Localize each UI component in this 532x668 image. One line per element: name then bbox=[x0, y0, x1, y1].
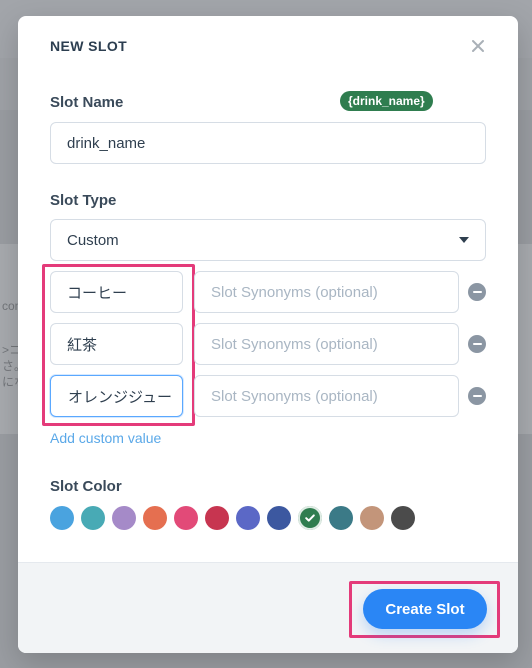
slot-synonyms-placeholder: Slot Synonyms (optional) bbox=[211, 387, 378, 405]
slot-name-input[interactable]: drink_name bbox=[50, 122, 486, 164]
remove-value-button[interactable] bbox=[468, 335, 486, 353]
slot-type-label: Slot Type bbox=[50, 192, 117, 209]
slot-name-pill: {drink_name} bbox=[340, 91, 433, 111]
slot-name-label: Slot Name bbox=[50, 94, 124, 111]
color-swatch[interactable] bbox=[391, 506, 415, 530]
color-swatch[interactable] bbox=[174, 506, 198, 530]
color-swatch[interactable] bbox=[112, 506, 136, 530]
slot-value-row: 紅茶 Slot Synonyms (optional) bbox=[50, 323, 486, 365]
color-swatch[interactable] bbox=[50, 506, 74, 530]
slot-synonyms-input[interactable]: Slot Synonyms (optional) bbox=[194, 323, 459, 365]
chevron-down-icon bbox=[459, 237, 469, 243]
slot-value-row: オレンジジュー Slot Synonyms (optional) bbox=[50, 375, 486, 417]
color-swatch[interactable] bbox=[360, 506, 384, 530]
create-slot-button[interactable]: Create Slot bbox=[363, 589, 487, 629]
slot-color-swatches bbox=[50, 506, 450, 530]
color-swatch[interactable] bbox=[143, 506, 167, 530]
slot-synonyms-placeholder: Slot Synonyms (optional) bbox=[211, 283, 378, 301]
slot-synonyms-placeholder: Slot Synonyms (optional) bbox=[211, 335, 378, 353]
slot-color-label: Slot Color bbox=[50, 478, 122, 495]
slot-type-select[interactable]: Custom bbox=[50, 219, 486, 261]
color-swatch[interactable] bbox=[236, 506, 260, 530]
slot-value-text: コーヒー bbox=[67, 284, 128, 302]
slot-value-text: 紅茶 bbox=[67, 336, 98, 354]
slot-value-text: オレンジジュー bbox=[68, 388, 172, 406]
color-swatch[interactable] bbox=[298, 506, 322, 530]
slot-value-input[interactable]: オレンジジュー bbox=[50, 375, 183, 417]
remove-value-button[interactable] bbox=[468, 283, 486, 301]
close-button[interactable] bbox=[468, 38, 488, 58]
slot-value-input[interactable]: コーヒー bbox=[50, 271, 183, 313]
check-icon bbox=[304, 512, 316, 524]
slot-value-row: コーヒー Slot Synonyms (optional) bbox=[50, 271, 486, 313]
modal-title: NEW SLOT bbox=[50, 38, 128, 54]
color-swatch[interactable] bbox=[205, 506, 229, 530]
close-icon bbox=[471, 39, 485, 58]
slot-synonyms-input[interactable]: Slot Synonyms (optional) bbox=[194, 375, 459, 417]
add-custom-value-link[interactable]: Add custom value bbox=[50, 430, 161, 446]
slot-name-value: drink_name bbox=[67, 134, 146, 152]
slot-value-input[interactable]: 紅茶 bbox=[50, 323, 183, 365]
remove-value-button[interactable] bbox=[468, 387, 486, 405]
color-swatch[interactable] bbox=[329, 506, 353, 530]
slot-type-selected: Custom bbox=[67, 231, 119, 249]
color-swatch[interactable] bbox=[81, 506, 105, 530]
slot-synonyms-input[interactable]: Slot Synonyms (optional) bbox=[194, 271, 459, 313]
color-swatch[interactable] bbox=[267, 506, 291, 530]
new-slot-modal: NEW SLOT Slot Name {drink_name} drink_na… bbox=[18, 16, 518, 653]
